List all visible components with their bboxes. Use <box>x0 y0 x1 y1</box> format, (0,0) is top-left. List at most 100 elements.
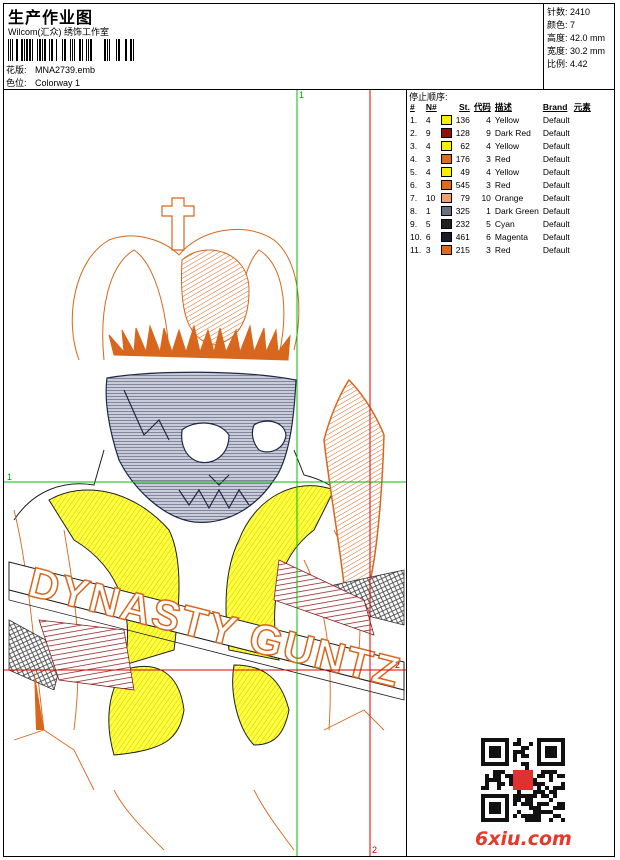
color-swatch <box>440 179 452 190</box>
row-desc: Dark Red <box>494 127 531 138</box>
watermark-logo: 6xiu.com <box>475 828 572 850</box>
row-brand: Default <box>542 127 570 138</box>
color-swatch <box>440 114 452 125</box>
row-needle: 4 <box>425 166 431 177</box>
row-needle: 3 <box>425 179 431 190</box>
guide-label-red-bottom: 2 <box>372 845 377 855</box>
table-row: 7. 10 79 10 Orange Default <box>408 191 593 204</box>
design-label: 花版: <box>6 65 27 75</box>
stat-scale: 比例: 4.42 <box>547 59 588 69</box>
row-code: 3 <box>486 153 491 164</box>
row-code: 4 <box>486 114 491 125</box>
barcode <box>8 39 134 61</box>
guide-label-green-top: 1 <box>299 90 304 100</box>
row-brand: Default <box>542 231 570 242</box>
row-element <box>572 152 593 165</box>
row-stitches: 79 <box>460 192 470 203</box>
guide-label-green-left: 1 <box>7 472 12 482</box>
row-brand: Default <box>542 244 570 255</box>
color-swatch <box>440 153 452 164</box>
row-element <box>572 113 593 126</box>
row-index: 6. <box>410 179 418 190</box>
table-header-row: # N# St. 代码 描述 Brand 元素 <box>408 101 593 113</box>
table-row: 6. 3 545 3 Red Default <box>408 178 593 191</box>
row-element <box>572 204 593 217</box>
row-code: 5 <box>486 218 491 229</box>
row-element <box>572 139 593 152</box>
color-swatch <box>440 218 452 229</box>
row-index: 5. <box>410 166 418 177</box>
color-sequence-table: # N# St. 代码 描述 Brand 元素 1. 4 136 4 Yellow Def… <box>408 101 593 256</box>
color-swatch <box>440 192 452 203</box>
row-needle: 4 <box>425 140 431 151</box>
row-element <box>572 126 593 139</box>
colorway-label: 色位: <box>6 78 27 88</box>
row-index: 10. <box>410 231 422 242</box>
row-code: 3 <box>486 179 491 190</box>
table-row: 5. 4 49 4 Yellow Default <box>408 165 593 178</box>
row-brand: Default <box>542 140 570 151</box>
col-stitches: St. <box>459 102 470 112</box>
row-desc: Dark Green <box>494 205 539 216</box>
row-element <box>572 178 593 191</box>
row-index: 1. <box>410 114 418 125</box>
row-brand: Default <box>542 166 570 177</box>
row-needle: 10 <box>425 192 436 203</box>
row-stitches: 176 <box>455 153 470 164</box>
color-swatch <box>440 140 452 151</box>
stat-width: 宽度: 30.2 mm <box>547 46 606 56</box>
stat-colors: 颜色: 7 <box>547 20 576 30</box>
crown <box>71 228 300 361</box>
stat-height: 高度: 42.0 mm <box>547 33 606 43</box>
row-brand: Default <box>542 218 570 229</box>
table-row: 10. 6 461 6 Magenta Default <box>408 230 593 243</box>
row-swatch <box>439 178 454 191</box>
row-stitches: 232 <box>455 218 470 229</box>
row-element <box>572 217 593 230</box>
row-swatch <box>439 126 454 139</box>
color-swatch <box>440 244 452 255</box>
col-brand: Brand <box>542 102 568 112</box>
row-desc: Red <box>494 153 511 164</box>
row-element <box>572 165 593 178</box>
color-swatch <box>440 166 452 177</box>
row-brand: Default <box>542 179 570 190</box>
row-code: 6 <box>486 231 491 242</box>
col-swatch <box>439 101 454 113</box>
row-brand: Default <box>542 192 570 203</box>
color-swatch <box>440 127 452 138</box>
row-desc: Yellow <box>494 140 520 151</box>
row-needle: 3 <box>425 153 431 164</box>
row-stitches: 545 <box>455 179 470 190</box>
row-code: 4 <box>486 140 491 151</box>
studio-name: Wilcom(汇众) 绣饰工作室 <box>8 27 109 37</box>
row-code: 4 <box>486 166 491 177</box>
crown-cross <box>161 197 195 251</box>
row-desc: Yellow <box>494 166 520 177</box>
row-index: 8. <box>410 205 418 216</box>
row-swatch <box>439 165 454 178</box>
colorway-row: 色位: Colorway 1 <box>6 76 80 89</box>
row-swatch <box>439 230 454 243</box>
row-desc: Orange <box>494 192 524 203</box>
row-needle: 5 <box>425 218 431 229</box>
header-panel: 生产作业图 Wilcom(汇众) 绣饰工作室 花版: MNA2739.emb 色… <box>3 3 543 89</box>
table-row: 11. 3 215 3 Red Default <box>408 243 593 256</box>
row-index: 2. <box>410 127 418 138</box>
row-swatch <box>439 152 454 165</box>
row-needle: 9 <box>425 127 431 138</box>
row-swatch <box>439 204 454 217</box>
row-stitches: 461 <box>455 231 470 242</box>
row-needle: 6 <box>425 231 431 242</box>
row-swatch <box>439 191 454 204</box>
colorway-name: Colorway 1 <box>35 78 81 88</box>
row-code: 1 <box>486 205 491 216</box>
row-stitches: 49 <box>460 166 470 177</box>
column-divider <box>406 89 407 857</box>
row-index: 11. <box>410 244 422 255</box>
row-element <box>572 243 593 256</box>
table-row: 8. 1 325 1 Dark Green Default <box>408 204 593 217</box>
table-row: 4. 3 176 3 Red Default <box>408 152 593 165</box>
row-brand: Default <box>542 114 570 125</box>
row-code: 10 <box>481 192 491 203</box>
